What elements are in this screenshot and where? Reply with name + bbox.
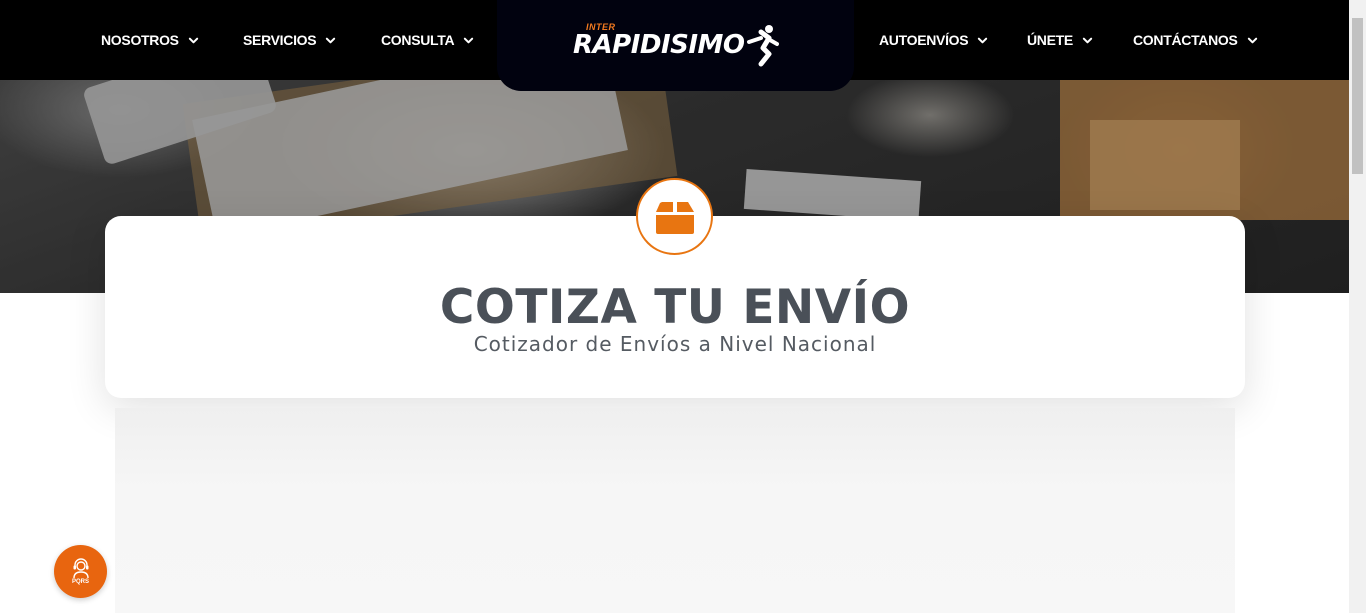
- page-title: COTIZA TU ENVÍO: [439, 280, 911, 335]
- nav-item-label: SERVICIOS: [243, 32, 317, 48]
- scrollbar-thumb[interactable]: [1352, 18, 1363, 174]
- pqrs-button[interactable]: PQRS: [54, 545, 107, 598]
- nav-item-label: AUTOENVÍOS: [879, 32, 969, 48]
- headset-agent-icon: [72, 558, 89, 578]
- chevron-down-icon: [978, 37, 988, 43]
- runner-icon: [747, 25, 779, 67]
- chevron-down-icon: [188, 37, 198, 43]
- chevron-down-icon: [464, 37, 474, 43]
- quote-form-area: [115, 408, 1235, 613]
- page-subtitle: Cotizador de Envíos a Nivel Nacional: [473, 332, 877, 356]
- nav-item-unete[interactable]: ÚNETE: [1027, 30, 1093, 50]
- chevron-down-icon: [326, 37, 336, 43]
- nav-item-label: ÚNETE: [1027, 32, 1073, 48]
- nav-item-servicios[interactable]: SERVICIOS: [243, 30, 336, 50]
- nav-item-label: NOSOTROS: [101, 32, 179, 48]
- nav-item-contactanos[interactable]: CONTÁCTANOS: [1133, 30, 1258, 50]
- nav-item-label: CONTÁCTANOS: [1133, 32, 1238, 48]
- box-icon: [655, 201, 694, 234]
- brand-logo[interactable]: INTER RAPIDISIMO: [573, 22, 783, 70]
- chevron-down-icon: [1247, 37, 1257, 43]
- logo-brand-text: RAPIDISIMO: [573, 30, 745, 60]
- nav-item-consulta[interactable]: CONSULTA: [381, 30, 474, 50]
- nav-item-label: CONSULTA: [381, 32, 455, 48]
- nav-item-nosotros[interactable]: NOSOTROS: [101, 30, 199, 50]
- chevron-down-icon: [1082, 37, 1093, 43]
- box-icon-badge: [636, 178, 713, 255]
- pqrs-label: PQRS: [71, 579, 89, 585]
- nav-item-autoenvios[interactable]: AUTOENVÍOS: [879, 30, 988, 50]
